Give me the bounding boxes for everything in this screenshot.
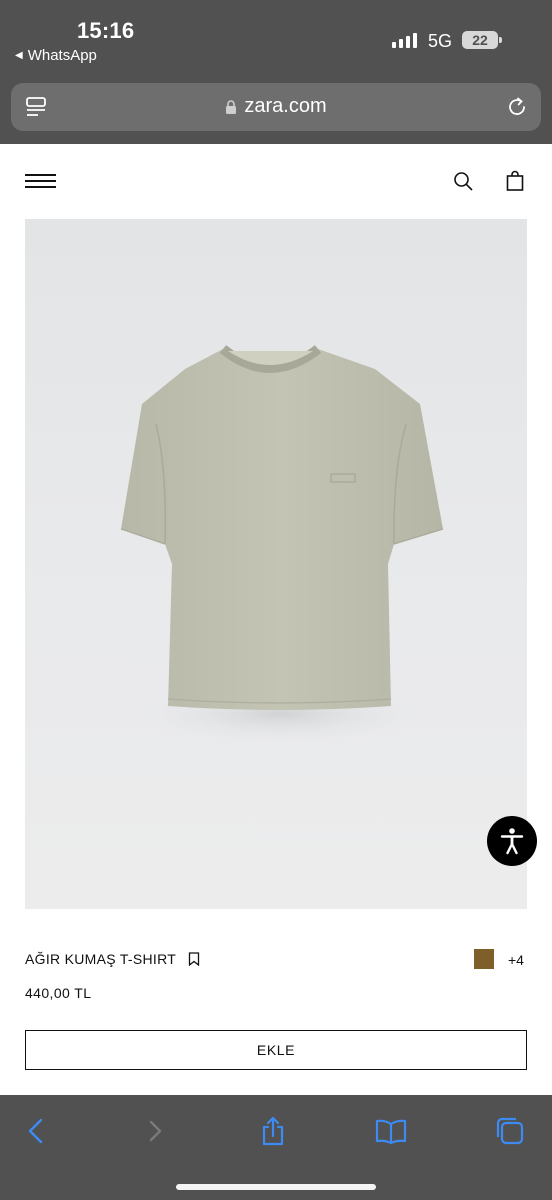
back-triangle-icon: ◀ (15, 50, 23, 61)
battery-tip (499, 37, 502, 43)
bookmark-icon[interactable] (188, 952, 200, 966)
add-to-cart-button[interactable]: EKLE (25, 1030, 527, 1070)
home-indicator (176, 1184, 376, 1190)
product-name-text: AĞIR KUMAŞ T-SHIRT (25, 951, 177, 967)
back-to-app-link[interactable]: ◀ WhatsApp (15, 47, 97, 64)
status-time: 15:16 (77, 18, 135, 43)
color-swatch[interactable] (474, 949, 494, 969)
back-icon[interactable] (20, 1115, 52, 1147)
back-app-label: WhatsApp (27, 47, 97, 64)
network-type: 5G (428, 31, 453, 51)
product-price: 440,00 TL (25, 985, 92, 1001)
hamburger-menu-icon[interactable] (25, 174, 56, 190)
reload-icon[interactable] (505, 95, 529, 119)
tshirt-photo (120, 345, 444, 744)
bookmarks-icon[interactable] (375, 1115, 407, 1147)
product-image[interactable] (25, 219, 527, 909)
browser-top-chrome: 15:16 ◀ WhatsApp 5G 22 zara.com (0, 0, 552, 144)
share-icon[interactable] (257, 1115, 289, 1147)
url-text: zara.com (244, 95, 327, 117)
address-bar[interactable]: zara.com (11, 83, 541, 131)
cellular-signal-icon (392, 33, 417, 48)
site-header (0, 144, 552, 219)
lock-icon (226, 99, 237, 114)
tabs-icon[interactable] (494, 1115, 526, 1147)
product-name[interactable]: AĞIR KUMAŞ T-SHIRT (25, 951, 200, 967)
forward-icon[interactable] (140, 1115, 172, 1147)
shopping-bag-icon[interactable] (504, 170, 526, 192)
search-icon[interactable] (452, 170, 474, 192)
battery-indicator: 22 (462, 31, 498, 49)
accessibility-icon (500, 828, 524, 855)
url-display[interactable]: zara.com (11, 95, 541, 118)
accessibility-button[interactable] (487, 816, 537, 866)
more-colors-count[interactable]: +4 (508, 952, 524, 968)
